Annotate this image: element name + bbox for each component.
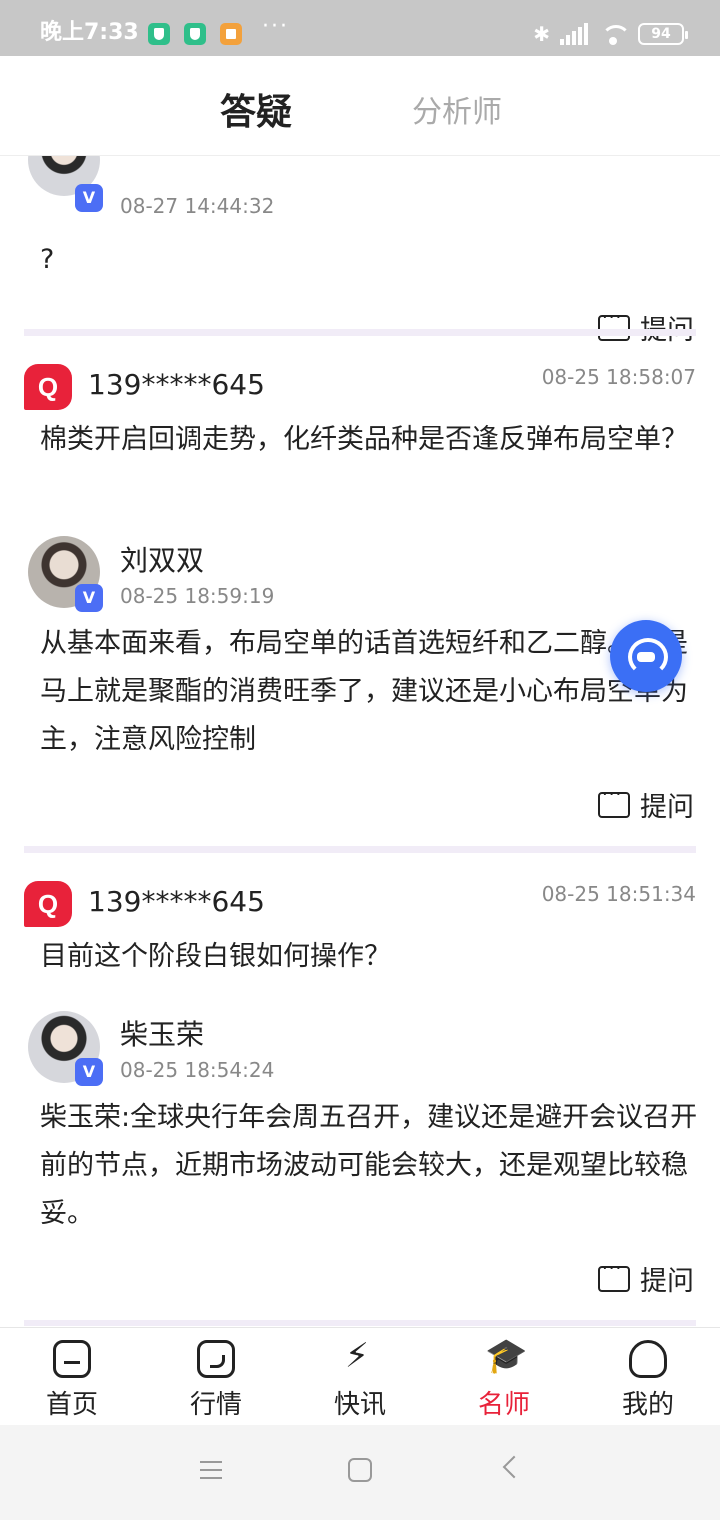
quote-icon — [197, 1340, 235, 1378]
answer-text: ? — [40, 244, 55, 275]
system-nav-bar — [0, 1425, 720, 1520]
analyst-name: 柴玉荣 — [120, 1018, 205, 1051]
bottom-nav: 首页 行情 快讯 名师 我的 — [0, 1327, 720, 1425]
card-separator — [24, 846, 696, 853]
answer-time: 08-25 18:54:24 — [120, 1058, 275, 1082]
ask-button[interactable]: 提问 — [598, 1258, 694, 1298]
bluetooth-icon: ✱ — [533, 22, 550, 46]
battery-icon: 94 — [638, 23, 688, 45]
home-icon — [53, 1340, 91, 1378]
question-icon: Q — [24, 364, 72, 410]
question-user: 139*****645 — [88, 885, 265, 918]
flash-icon — [341, 1336, 379, 1378]
question-time: 08-25 18:51:34 — [541, 882, 696, 906]
security-app-icon — [184, 23, 206, 45]
nav-flash[interactable]: 快讯 — [288, 1328, 432, 1426]
security-app-icon — [148, 23, 170, 45]
chat-icon — [598, 784, 630, 818]
tab-qa[interactable]: 答疑 — [220, 83, 292, 135]
verified-icon: V — [75, 1058, 103, 1086]
signal-icon — [560, 23, 588, 45]
card-separator — [24, 1320, 696, 1326]
top-tab-bar: 答疑 分析师 — [0, 56, 720, 156]
chat-icon — [598, 1258, 630, 1292]
ask-label: 提问 — [640, 308, 694, 347]
profile-icon — [629, 1340, 667, 1378]
ask-button[interactable]: 提问 — [598, 307, 694, 347]
ask-label: 提问 — [640, 792, 694, 823]
question-text: 目前这个阶段白银如何操作？ — [40, 941, 391, 972]
more-notifications-icon: ··· — [262, 14, 289, 39]
nav-label: 名师 — [477, 1390, 530, 1420]
verified-icon: V — [75, 184, 103, 212]
question-text: 棉类开启回调走势，化纤类品种是否逢反弹布局空单？ — [40, 424, 688, 455]
answer-time: 08-25 18:59:19 — [120, 584, 275, 608]
home-button-icon[interactable] — [348, 1458, 372, 1482]
status-bar: 晚上7:33 ··· ✱ 94 — [0, 0, 720, 56]
tab-analysts[interactable]: 分析师 — [412, 87, 502, 131]
ask-button[interactable]: 提问 — [598, 784, 694, 824]
nav-label: 我的 — [621, 1390, 674, 1420]
chat-icon — [598, 307, 630, 341]
nav-profile[interactable]: 我的 — [576, 1328, 720, 1426]
recents-icon[interactable] — [200, 1461, 222, 1479]
qa-feed[interactable]: V 08-27 14:44:32 ? 提问 Q 139*****645 08-2… — [0, 156, 720, 1326]
status-time: 晚上7:33 — [40, 20, 139, 45]
analyst-name: 刘双双 — [120, 544, 205, 577]
card-separator — [24, 329, 696, 336]
nav-label: 行情 — [189, 1390, 242, 1420]
ask-label: 提问 — [640, 1266, 694, 1297]
status-indicators: ✱ 94 — [533, 20, 688, 48]
question-icon: Q — [24, 881, 72, 927]
answer-text: 柴玉荣:全球央行年会周五召开，建议还是避开会议召开前的节点，近期市场波动可能会较… — [40, 1102, 698, 1229]
question-time: 08-25 18:58:07 — [541, 365, 696, 389]
gallery-app-icon — [220, 23, 242, 45]
verified-icon: V — [75, 584, 103, 612]
question-user: 139*****645 — [88, 368, 265, 401]
back-icon[interactable] — [502, 1455, 526, 1479]
nav-quotes[interactable]: 行情 — [144, 1328, 288, 1426]
wifi-icon — [598, 23, 631, 45]
customer-service-button[interactable] — [610, 620, 682, 692]
nav-label: 首页 — [45, 1390, 98, 1420]
nav-teacher[interactable]: 名师 — [432, 1328, 576, 1426]
answer-time: 08-27 14:44:32 — [120, 194, 275, 218]
teacher-icon — [485, 1336, 527, 1378]
answer-text: 从基本面来看，布局空单的话首选短纤和乙二醇。但是马上就是聚酯的消费旺季了，建议还… — [40, 628, 688, 755]
nav-label: 快讯 — [333, 1390, 386, 1420]
nav-home[interactable]: 首页 — [0, 1328, 144, 1426]
